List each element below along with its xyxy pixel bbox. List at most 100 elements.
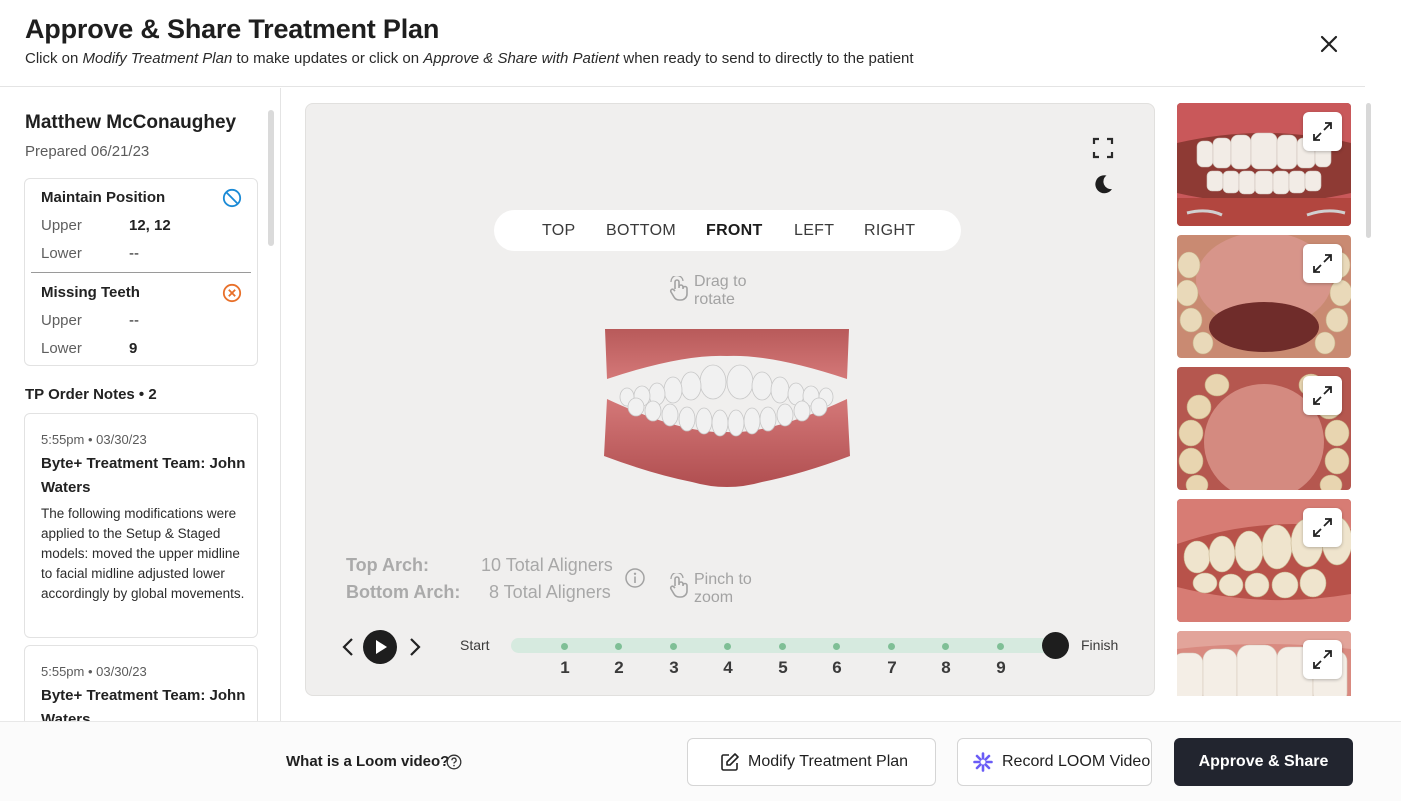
- condition-lower-label: Lower: [41, 245, 82, 262]
- close-icon[interactable]: [1314, 29, 1344, 59]
- timeline-finish-label: Finish: [1081, 637, 1119, 653]
- info-icon[interactable]: [624, 567, 646, 589]
- note-timestamp: 5:55pm • 03/30/23: [41, 432, 147, 447]
- timeline-step-dot[interactable]: [942, 643, 949, 650]
- tab-front[interactable]: FRONT: [706, 222, 763, 240]
- page-title: Approve & Share Treatment Plan: [25, 14, 440, 44]
- condition-title: Maintain Position: [41, 189, 166, 206]
- expand-icon: [1313, 518, 1332, 537]
- bottom-arch-value: 8 Total Aligners: [489, 582, 611, 602]
- drag-hint-line1: Drag to: [694, 273, 747, 290]
- note-author: Byte+ Treatment Team: John Waters: [41, 455, 246, 496]
- expand-photo-button[interactable]: [1303, 640, 1342, 679]
- tab-left[interactable]: LEFT: [794, 222, 834, 240]
- play-button[interactable]: [363, 630, 397, 664]
- timeline-handle[interactable]: [1042, 632, 1069, 659]
- expand-photo-button[interactable]: [1303, 112, 1342, 151]
- loom-info-link[interactable]: What is a Loom video?: [286, 753, 449, 770]
- action-footer: What is a Loom video? Modify Treatment P…: [0, 721, 1401, 801]
- subtitle-approve-ref: Approve & Share with Patient: [423, 50, 620, 67]
- play-icon: [376, 640, 387, 654]
- conditions-card: Maintain Position Upper 12, 12 Lower -- …: [24, 178, 258, 366]
- timeline-step-label: 3: [669, 658, 679, 677]
- timeline-step-label: 8: [941, 658, 951, 677]
- close-button[interactable]: [1314, 29, 1344, 59]
- help-circle-icon[interactable]: [446, 754, 462, 770]
- tab-bottom[interactable]: BOTTOM: [606, 222, 676, 240]
- expand-photo-button[interactable]: [1303, 508, 1342, 547]
- edit-icon: [721, 753, 739, 771]
- hand-pinch-icon: [669, 573, 688, 598]
- expand-icon: [1313, 122, 1332, 141]
- sidebar-scrollbar[interactable]: [268, 110, 274, 246]
- tab-right[interactable]: RIGHT: [864, 222, 915, 240]
- patient-name: Matthew McConaughey: [25, 112, 237, 133]
- tab-top[interactable]: TOP: [542, 222, 576, 240]
- timeline-step-label: 1: [560, 658, 570, 677]
- timeline-step-dot[interactable]: [833, 643, 840, 650]
- hand-drag-icon: [669, 276, 688, 301]
- expand-photo-button[interactable]: [1303, 244, 1342, 283]
- record-loom-button[interactable]: Record LOOM Video: [957, 738, 1152, 786]
- record-loom-label: Record LOOM Video: [1002, 753, 1151, 770]
- expand-icon: [1313, 386, 1332, 405]
- modal-header: Approve & Share Treatment Plan Click on …: [0, 0, 1365, 87]
- model-viewer[interactable]: TOP BOTTOM FRONT LEFT RIGHT Drag to rotat…: [305, 103, 1155, 696]
- timeline-step-dot[interactable]: [997, 643, 1004, 650]
- no-symbol-icon: [222, 188, 242, 208]
- patient-photo[interactable]: [1177, 235, 1351, 358]
- chevron-left-icon[interactable]: [339, 636, 357, 658]
- timeline-start-label: Start: [460, 637, 490, 653]
- timeline-step-dot[interactable]: [888, 643, 895, 650]
- divider: [31, 272, 251, 273]
- drag-hint: Drag to rotate: [694, 273, 746, 309]
- chevron-right-icon[interactable]: [406, 636, 424, 658]
- timeline-track[interactable]: [511, 638, 1056, 653]
- moon-icon[interactable]: [1091, 172, 1115, 196]
- note-timestamp: 5:55pm • 03/30/23: [41, 664, 147, 679]
- plan-sidebar: Matthew McConaughey Prepared 06/21/23 Ma…: [0, 88, 281, 721]
- expand-icon: [1313, 650, 1332, 669]
- subtitle-modify-ref: Modify Treatment Plan: [82, 50, 233, 67]
- photo-strip: [1177, 103, 1351, 696]
- condition-title: Missing Teeth: [41, 284, 140, 301]
- view-tabs: TOP BOTTOM FRONT LEFT RIGHT: [494, 210, 961, 251]
- timeline-step-dot[interactable]: [561, 643, 568, 650]
- timeline-step-label: 7: [887, 658, 897, 677]
- timeline-step-label: 2: [614, 658, 624, 677]
- pinch-hint-line1: Pinch to: [694, 571, 752, 588]
- subtitle-text: Click on: [25, 50, 83, 67]
- pinch-hint-line2: zoom: [694, 589, 734, 606]
- timeline-step-dot[interactable]: [724, 643, 731, 650]
- loom-icon: [973, 752, 993, 772]
- photo-strip-scrollbar[interactable]: [1366, 103, 1371, 238]
- patient-photo[interactable]: [1177, 367, 1351, 490]
- timeline-step-dot[interactable]: [779, 643, 786, 650]
- condition-upper-value: 12, 12: [129, 217, 171, 234]
- subtitle-text: to make updates or click on: [232, 50, 424, 67]
- patient-photo[interactable]: [1177, 631, 1351, 696]
- expand-photo-button[interactable]: [1303, 376, 1342, 415]
- timeline-step-dot[interactable]: [670, 643, 677, 650]
- expand-icon: [1313, 254, 1332, 273]
- note-card: 5:55pm • 03/30/23 Byte+ Treatment Team: …: [24, 645, 258, 721]
- timeline-step-dot[interactable]: [615, 643, 622, 650]
- patient-photo[interactable]: [1177, 499, 1351, 622]
- page-subtitle: Click on Modify Treatment Plan to make u…: [25, 50, 914, 67]
- condition-upper-label: Upper: [41, 217, 82, 234]
- dental-model[interactable]: [602, 324, 852, 494]
- fullscreen-icon[interactable]: [1091, 136, 1115, 160]
- timeline-step-label: 5: [778, 658, 788, 677]
- notes-heading: TP Order Notes • 2: [25, 386, 157, 403]
- subtitle-text: when ready to send to directly to the pa…: [619, 50, 914, 67]
- condition-upper-value: --: [129, 312, 139, 329]
- patient-photo[interactable]: [1177, 103, 1351, 226]
- pinch-hint: Pinch to zoom: [694, 571, 752, 607]
- modify-plan-label: Modify Treatment Plan: [748, 753, 909, 770]
- bottom-arch-label: Bottom Arch:: [346, 582, 461, 602]
- approve-share-button[interactable]: Approve & Share: [1174, 738, 1353, 786]
- top-arch-label: Top Arch:: [346, 555, 429, 575]
- modify-plan-button[interactable]: Modify Treatment Plan: [687, 738, 936, 786]
- timeline-step-label: 4: [723, 658, 733, 677]
- note-card: 5:55pm • 03/30/23 Byte+ Treatment Team: …: [24, 413, 258, 638]
